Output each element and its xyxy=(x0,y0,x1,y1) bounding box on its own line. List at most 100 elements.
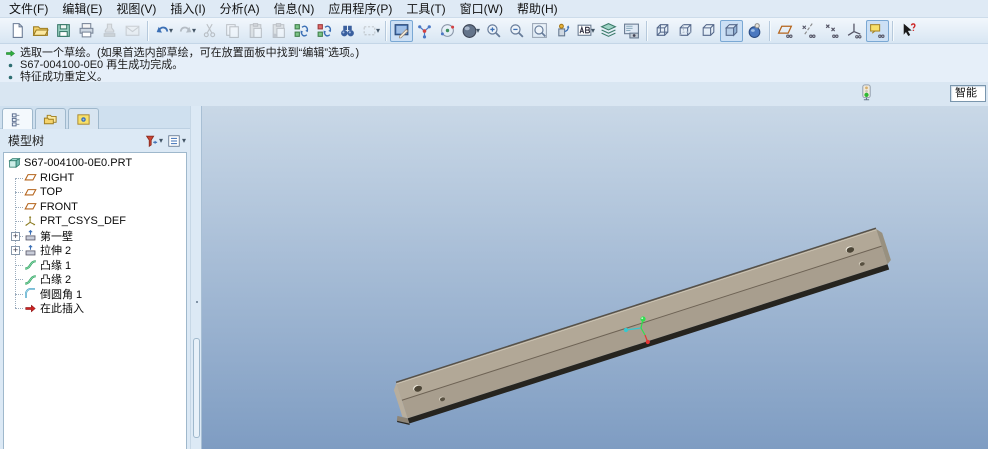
menu-item[interactable]: 视图(V) xyxy=(109,0,163,18)
no-hidden-button[interactable] xyxy=(697,20,720,42)
dropdown-caret-icon[interactable]: ▾ xyxy=(159,136,163,145)
view-manager-button[interactable] xyxy=(620,20,643,42)
expand-toggle[interactable]: + xyxy=(11,232,20,241)
spin-center-button[interactable] xyxy=(413,20,436,42)
dropdown-caret-icon[interactable]: ▾ xyxy=(476,26,480,35)
find-button[interactable] xyxy=(336,20,359,42)
menu-item[interactable]: 信息(N) xyxy=(267,0,322,18)
tree-item[interactable]: 倒圆角 1 xyxy=(4,287,186,302)
tree-item[interactable]: FRONT xyxy=(4,200,186,215)
menu-item[interactable]: 插入(I) xyxy=(163,0,212,18)
tree-item[interactable]: 凸缘 2 xyxy=(4,272,186,287)
toolbar-separator xyxy=(769,21,771,41)
splitter-handle[interactable] xyxy=(193,338,200,438)
wireframe-button[interactable] xyxy=(651,20,674,42)
shaded-display-button[interactable]: ▾ xyxy=(459,20,482,42)
copy-button[interactable] xyxy=(221,20,244,42)
folder-browser-tab[interactable] xyxy=(35,108,66,129)
context-help-button[interactable] xyxy=(897,20,920,42)
print-button[interactable] xyxy=(75,20,98,42)
datum-csys-button[interactable] xyxy=(843,20,866,42)
flange-icon xyxy=(24,273,37,286)
layers-button[interactable] xyxy=(597,20,620,42)
tree-item[interactable]: S67-004100-0E0.PRT xyxy=(4,156,186,171)
message-area: 选取一个草绘。(如果首选内部草绘，可在放置面板中找到“编辑”选项。)S67-00… xyxy=(0,44,988,82)
show-filter-button[interactable]: ▾ xyxy=(144,134,163,148)
regenerate-button[interactable] xyxy=(290,20,313,42)
new-file-button[interactable] xyxy=(6,20,29,42)
orient-mode-button[interactable] xyxy=(436,20,459,42)
hidden-line-button[interactable] xyxy=(674,20,697,42)
tree-item[interactable]: 在此插入 xyxy=(4,301,186,316)
dropdown-caret-icon[interactable]: ▾ xyxy=(169,26,173,35)
redraw-button[interactable] xyxy=(390,20,413,42)
expand-toggle[interactable]: + xyxy=(11,246,20,255)
saved-views-button[interactable]: ▾ xyxy=(574,20,597,42)
dropdown-caret-icon[interactable]: ▾ xyxy=(591,26,595,35)
select-box-button[interactable]: ▾ xyxy=(359,20,382,42)
regenerate-manager-button[interactable] xyxy=(313,20,336,42)
round-icon xyxy=(24,287,37,300)
navigator-panel: 模型树 ▾ ▾ S67-004100-0E0.PRT RIGHTTOPFRONTPR… xyxy=(0,106,190,449)
menu-item[interactable]: 文件(F) xyxy=(2,0,55,18)
datum-plane-icon xyxy=(24,200,37,213)
tree-item[interactable]: +第一壁 xyxy=(4,229,186,244)
zoom-out-button[interactable] xyxy=(505,20,528,42)
datum-plane-icon xyxy=(24,171,37,184)
sheetmetal-part[interactable] xyxy=(385,226,894,428)
message-text: S67-004100-0E0 再生成功完成。 xyxy=(20,59,183,71)
panel-splitter[interactable] xyxy=(190,106,202,449)
regen-status-traffic-light-icon[interactable] xyxy=(858,84,875,106)
model-tree-title: 模型树 xyxy=(8,132,44,149)
shaded-button[interactable] xyxy=(720,20,743,42)
navigator-tabs xyxy=(0,106,190,129)
tree-item[interactable]: +拉伸 2 xyxy=(4,243,186,258)
menu-item[interactable]: 工具(T) xyxy=(399,0,452,18)
part-icon xyxy=(8,157,21,170)
favorites-tab[interactable] xyxy=(68,108,99,129)
tree-item[interactable]: PRT_CSYS_DEF xyxy=(4,214,186,229)
menu-item[interactable]: 帮助(H) xyxy=(510,0,565,18)
dropdown-caret-icon[interactable]: ▾ xyxy=(182,136,186,145)
selection-filter-value: 智能 xyxy=(955,87,977,99)
annotations-button[interactable] xyxy=(866,20,889,42)
refit-button[interactable] xyxy=(528,20,551,42)
flange-icon xyxy=(24,258,37,271)
main-area: 模型树 ▾ ▾ S67-004100-0E0.PRT RIGHTTOPFRONTPR… xyxy=(0,106,988,449)
redo-button[interactable]: ▾ xyxy=(175,20,198,42)
first-wall-icon xyxy=(24,229,37,242)
tree-item-label: S67-004100-0E0.PRT xyxy=(24,157,132,169)
menu-item[interactable]: 窗口(W) xyxy=(453,0,510,18)
datum-points-button[interactable] xyxy=(820,20,843,42)
paste-button[interactable] xyxy=(244,20,267,42)
save-button[interactable] xyxy=(52,20,75,42)
menu-item[interactable]: 应用程序(P) xyxy=(321,0,399,18)
zoom-in-button[interactable] xyxy=(482,20,505,42)
cut-button[interactable] xyxy=(198,20,221,42)
tree-item[interactable]: 凸缘 1 xyxy=(4,258,186,273)
toolbar-separator xyxy=(892,21,894,41)
menu-item[interactable]: 分析(A) xyxy=(213,0,267,18)
undo-button[interactable]: ▾ xyxy=(152,20,175,42)
tree-item-label: PRT_CSYS_DEF xyxy=(40,215,126,227)
print-stamp-button[interactable] xyxy=(98,20,121,42)
insert-here-icon xyxy=(24,302,37,315)
fly-through-button[interactable] xyxy=(743,20,766,42)
reorient-button[interactable] xyxy=(551,20,574,42)
datum-planes-button[interactable] xyxy=(774,20,797,42)
proe-window: 文件(F)编辑(E)视图(V)插入(I)分析(A)信息(N)应用程序(P)工具(… xyxy=(0,0,988,449)
model-tree-tab[interactable] xyxy=(2,108,33,129)
3d-model-canvas[interactable] xyxy=(202,106,988,449)
menu-item[interactable]: 编辑(E) xyxy=(55,0,109,18)
info-bullet-icon xyxy=(4,60,16,71)
send-mail-button[interactable] xyxy=(121,20,144,42)
settings-list-button[interactable]: ▾ xyxy=(167,134,186,148)
tree-item-label: RIGHT xyxy=(40,172,74,184)
tree-item[interactable]: RIGHT xyxy=(4,171,186,186)
graphics-viewport[interactable] xyxy=(202,106,988,449)
datum-axes-button[interactable] xyxy=(797,20,820,42)
paste-special-button[interactable] xyxy=(267,20,290,42)
open-folder-button[interactable] xyxy=(29,20,52,42)
selection-filter-combobox[interactable]: 智能 xyxy=(950,85,986,102)
tree-item[interactable]: TOP xyxy=(4,185,186,200)
